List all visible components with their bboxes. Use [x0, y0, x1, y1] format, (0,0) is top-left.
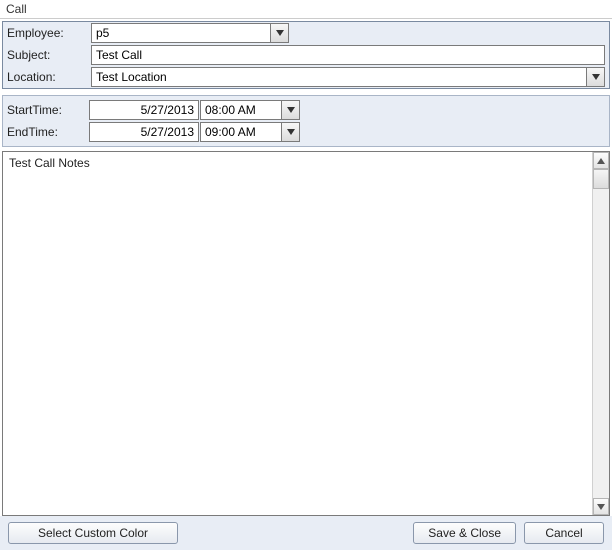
location-dropdown-button[interactable]: [586, 68, 604, 86]
save-close-button[interactable]: Save & Close: [413, 522, 516, 544]
call-dialog: Call Employee: p5 Subject: Test Call Loc…: [0, 0, 612, 550]
location-value: Test Location: [92, 68, 586, 86]
scroll-down-button[interactable]: [593, 498, 609, 515]
end-time-dropdown-button[interactable]: [281, 123, 299, 141]
start-date-input[interactable]: 5/27/2013: [89, 100, 199, 120]
notes-textarea[interactable]: Test Call Notes: [3, 152, 592, 515]
subject-input[interactable]: Test Call: [91, 45, 605, 65]
chevron-down-icon: [287, 107, 295, 113]
employee-select[interactable]: p5: [91, 23, 289, 43]
employee-label: Employee:: [7, 26, 87, 40]
subject-label: Subject:: [7, 48, 87, 62]
start-time-label: StartTime:: [7, 103, 87, 117]
notes-scrollbar[interactable]: [592, 152, 609, 515]
scroll-up-button[interactable]: [593, 152, 609, 169]
location-label: Location:: [7, 70, 87, 84]
chevron-down-icon: [597, 504, 605, 510]
window-title: Call: [0, 0, 612, 19]
end-time-select[interactable]: 09:00 AM: [200, 122, 300, 142]
employee-dropdown-button[interactable]: [270, 24, 288, 42]
scroll-thumb[interactable]: [593, 169, 609, 189]
location-select[interactable]: Test Location: [91, 67, 605, 87]
end-date-input[interactable]: 5/27/2013: [89, 122, 199, 142]
start-time-value: 08:00 AM: [201, 101, 281, 119]
cancel-button[interactable]: Cancel: [524, 522, 604, 544]
select-custom-color-button[interactable]: Select Custom Color: [8, 522, 178, 544]
header-fields: Employee: p5 Subject: Test Call Location…: [2, 21, 610, 89]
end-time-label: EndTime:: [7, 125, 87, 139]
chevron-down-icon: [592, 74, 600, 80]
end-time-value: 09:00 AM: [201, 123, 281, 141]
time-fields: StartTime: 5/27/2013 08:00 AM EndTime: 5…: [2, 95, 610, 147]
start-time-select[interactable]: 08:00 AM: [200, 100, 300, 120]
chevron-down-icon: [276, 30, 284, 36]
scroll-track[interactable]: [593, 169, 609, 498]
employee-value: p5: [92, 24, 270, 42]
chevron-down-icon: [287, 129, 295, 135]
chevron-up-icon: [597, 158, 605, 164]
footer: Select Custom Color Save & Close Cancel: [0, 516, 612, 550]
start-time-dropdown-button[interactable]: [281, 101, 299, 119]
notes-area-wrap: Test Call Notes: [2, 151, 610, 516]
